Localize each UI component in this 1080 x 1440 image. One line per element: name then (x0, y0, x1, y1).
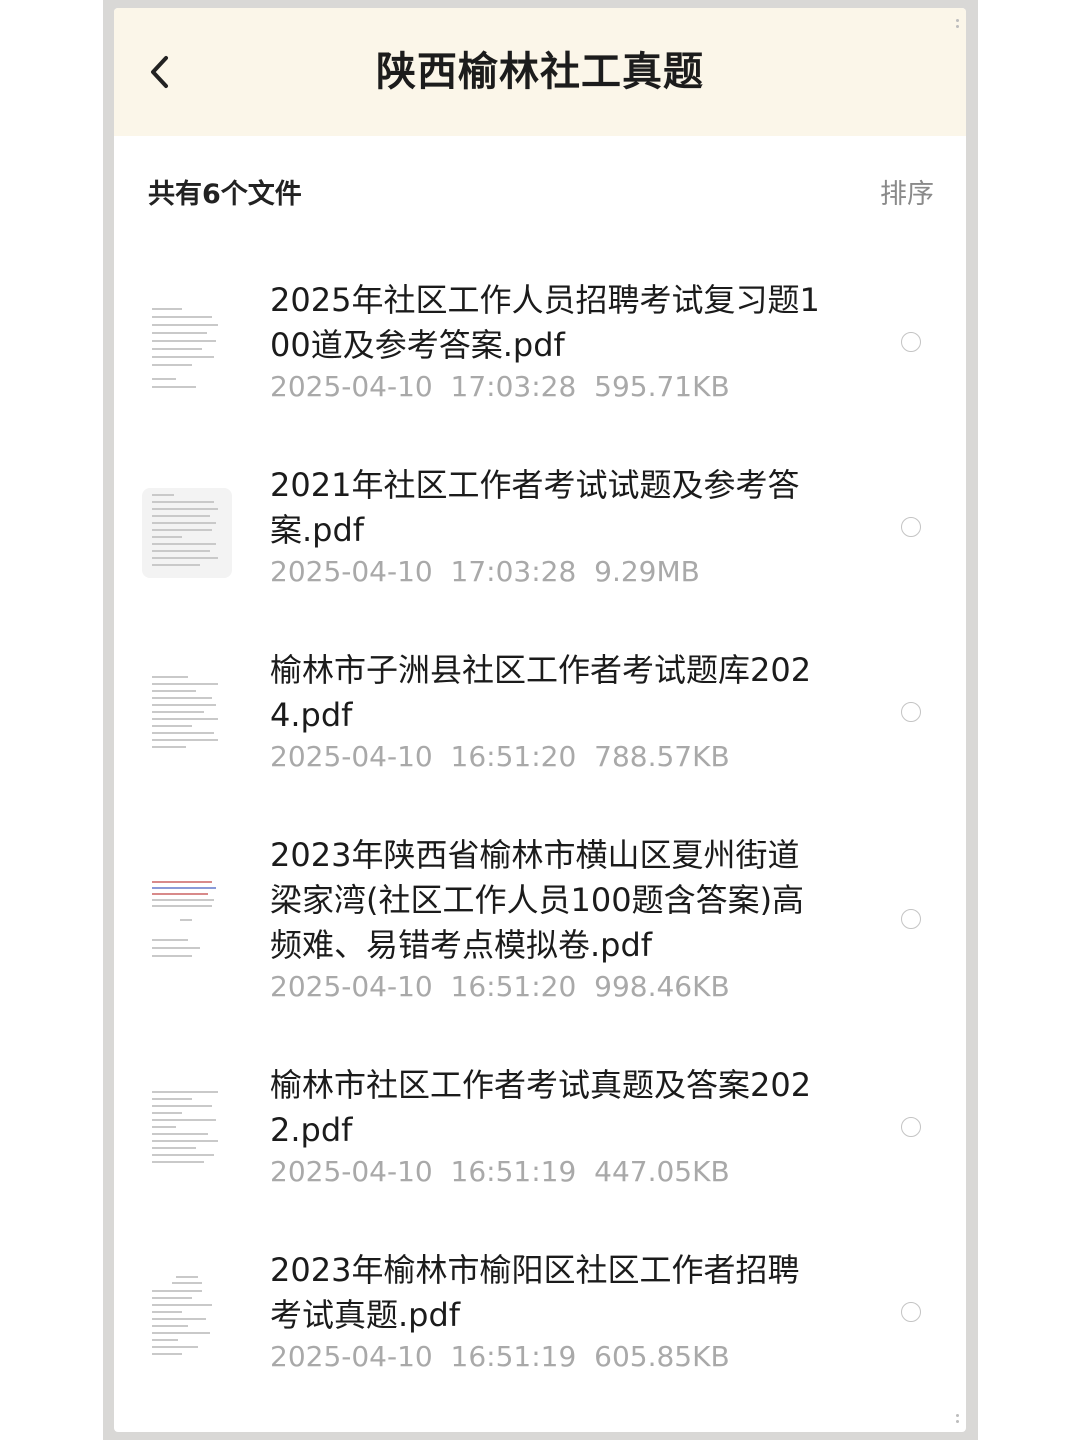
file-size: 447.05KB (594, 1155, 730, 1188)
scroll-dots-icon (956, 1411, 960, 1426)
file-name: 榆林市社区工作者考试真题及答案2022.pdf (270, 1066, 812, 1149)
pdf-thumbnail (142, 875, 232, 965)
file-time: 16:51:19 (450, 1340, 577, 1373)
file-date: 2025-04-10 (270, 370, 433, 403)
file-date: 2025-04-10 (270, 970, 433, 1003)
header-bar: 陕西榆林社工真题 (114, 8, 966, 136)
file-meta: 2025-04-10 16:51:20 788.57KB (270, 740, 730, 773)
pdf-thumbnail (142, 302, 232, 392)
file-size: 788.57KB (594, 740, 730, 773)
file-row[interactable]: 2023年陕西省榆林市横山区夏州街道梁家湾(社区工作人员100题含答案)高频难、… (114, 813, 966, 1028)
file-row[interactable]: 2023年榆林市榆阳区社区工作者招聘考试真题.pdf 2025-04-10 16… (114, 1228, 966, 1398)
select-radio[interactable] (901, 702, 921, 722)
file-meta: 2025-04-10 17:03:28 595.71KB (270, 370, 730, 403)
select-radio[interactable] (901, 1302, 921, 1322)
select-radio[interactable] (901, 332, 921, 352)
file-size: 998.46KB (594, 970, 730, 1003)
file-name: 2023年陕西省榆林市横山区夏州街道梁家湾(社区工作人员100题含答案)高频难、… (270, 836, 805, 964)
file-date: 2025-04-10 (270, 1340, 433, 1373)
file-size: 595.71KB (594, 370, 730, 403)
file-name: 2025年社区工作人员招聘考试复习题100道及参考答案.pdf (270, 281, 820, 364)
select-radio[interactable] (901, 517, 921, 537)
file-row[interactable]: 榆林市社区工作者考试真题及答案2022.pdf 2025-04-10 16:51… (114, 1043, 966, 1213)
file-time: 16:51:20 (450, 970, 577, 1003)
file-name: 2023年榆林市榆阳区社区工作者招聘考试真题.pdf (270, 1251, 800, 1334)
file-date: 2025-04-10 (270, 555, 433, 588)
file-meta: 2025-04-10 17:03:28 9.29MB (270, 555, 700, 588)
sort-button[interactable]: 排序 (880, 172, 934, 211)
file-name: 2021年社区工作者考试试题及参考答案.pdf (270, 466, 800, 549)
file-size: 605.85KB (594, 1340, 730, 1373)
file-date: 2025-04-10 (270, 740, 433, 773)
file-meta: 2025-04-10 16:51:19 447.05KB (270, 1155, 730, 1188)
file-time: 16:51:20 (450, 740, 577, 773)
pdf-thumbnail (142, 488, 232, 578)
file-meta: 2025-04-10 16:51:20 998.46KB (270, 970, 730, 1003)
file-time: 17:03:28 (450, 555, 577, 588)
pdf-thumbnail (142, 1087, 232, 1177)
file-row[interactable]: 2025年社区工作人员招聘考试复习题100道及参考答案.pdf 2025-04-… (114, 258, 966, 428)
file-size: 9.29MB (594, 555, 700, 588)
file-meta: 2025-04-10 16:51:19 605.85KB (270, 1340, 730, 1373)
select-radio[interactable] (901, 909, 921, 929)
file-row[interactable]: 2021年社区工作者考试试题及参考答案.pdf 2025-04-10 17:03… (114, 443, 966, 613)
file-name: 榆林市子洲县社区工作者考试题库2024.pdf (270, 651, 812, 734)
app-screen: 陕西榆林社工真题 共有6个文件 排序 2025年社区工作人员招聘考试复习题100… (114, 8, 966, 1432)
file-time: 16:51:19 (450, 1155, 577, 1188)
select-radio[interactable] (901, 1117, 921, 1137)
file-time: 17:03:28 (450, 370, 577, 403)
pdf-thumbnail (142, 1272, 232, 1362)
file-row[interactable]: 榆林市子洲县社区工作者考试题库2024.pdf 2025-04-10 16:51… (114, 628, 966, 798)
file-date: 2025-04-10 (270, 1155, 433, 1188)
file-count: 共有6个文件 (148, 179, 302, 210)
page-title: 陕西榆林社工真题 (376, 49, 704, 95)
pdf-thumbnail (142, 672, 232, 762)
more-dots-icon (956, 16, 960, 31)
